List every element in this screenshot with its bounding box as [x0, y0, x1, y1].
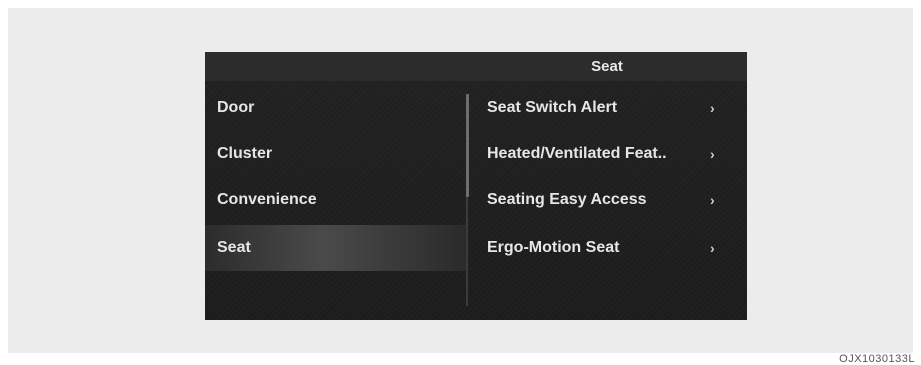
menu-item-cluster[interactable]: Cluster: [205, 131, 467, 177]
scrollbar-thumb[interactable]: [466, 94, 469, 197]
submenu-item-ergo-motion-seat[interactable]: Ergo-Motion Seat ›: [475, 225, 745, 271]
chevron-right-icon: ›: [710, 192, 715, 208]
chevron-right-icon: ›: [710, 146, 715, 162]
menu-item-door[interactable]: Door: [205, 85, 467, 131]
figure-reference-code: OJX1030133L: [839, 353, 915, 365]
header-bar: Seat: [205, 52, 747, 81]
submenu-item-label: Ergo-Motion Seat: [487, 239, 620, 256]
settings-screen: Seat Door Cluster Convenience Seat Seat …: [205, 52, 747, 320]
submenu-item-seating-easy-access[interactable]: Seating Easy Access ›: [475, 177, 745, 223]
submenu-item-label: Heated/Ventilated Feat..: [487, 145, 667, 162]
figure-panel: Seat Door Cluster Convenience Seat Seat …: [8, 8, 913, 353]
page-title: Seat: [591, 58, 623, 75]
chevron-right-icon: ›: [710, 100, 715, 116]
submenu-item-heated-ventilated[interactable]: Heated/Ventilated Feat.. ›: [475, 131, 745, 177]
submenu-item-seat-switch-alert[interactable]: Seat Switch Alert ›: [475, 85, 745, 131]
submenu-item-label: Seating Easy Access: [487, 191, 647, 208]
menu-item-seat[interactable]: Seat: [205, 225, 467, 271]
chevron-right-icon: ›: [710, 240, 715, 256]
menu-item-convenience[interactable]: Convenience: [205, 177, 467, 223]
submenu-item-label: Seat Switch Alert: [487, 99, 618, 116]
